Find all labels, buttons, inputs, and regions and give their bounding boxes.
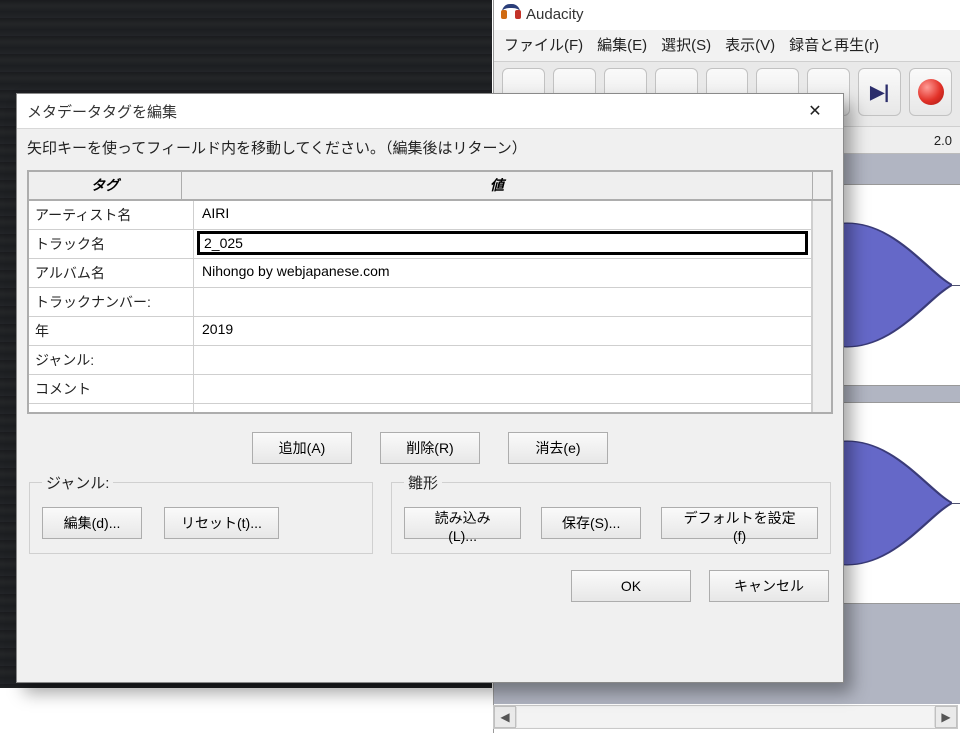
audacity-title: Audacity: [526, 6, 584, 23]
close-icon[interactable]: ✕: [793, 96, 837, 126]
table-row[interactable]: アーティスト名AIRI: [29, 201, 812, 229]
table-vertical-scroll[interactable]: [812, 201, 831, 412]
menu-select[interactable]: 選択(S): [661, 34, 711, 55]
table-row[interactable]: [29, 403, 812, 412]
skip-end-button[interactable]: ▶|: [858, 68, 901, 116]
template-legend: 雛形: [404, 472, 442, 493]
audacity-icon: [502, 4, 520, 24]
horizontal-scrollbar[interactable]: ◀ ▶: [493, 705, 958, 729]
row-edit-buttons: 追加(A) 削除(R) 消去(e): [17, 432, 843, 464]
menu-record-play[interactable]: 録音と再生(r): [789, 34, 879, 55]
column-header-tag[interactable]: タグ: [29, 172, 182, 201]
cancel-button[interactable]: キャンセル: [709, 570, 829, 602]
menu-view[interactable]: 表示(V): [725, 34, 775, 55]
column-header-scroll: [813, 172, 831, 201]
value-cell[interactable]: [194, 375, 812, 403]
menu-edit[interactable]: 編集(E): [597, 34, 647, 55]
template-default-button[interactable]: デフォルトを設定(f): [661, 507, 818, 539]
timeline-marker: 2.0: [934, 133, 952, 148]
table-row[interactable]: トラック名2_025: [29, 229, 812, 258]
tag-cell[interactable]: アーティスト名: [29, 201, 194, 229]
table-row[interactable]: 年2019: [29, 316, 812, 345]
table-row[interactable]: トラックナンバー:: [29, 287, 812, 316]
genre-legend: ジャンル:: [42, 472, 113, 493]
genre-reset-button[interactable]: リセット(t)...: [164, 507, 279, 539]
audacity-titlebar: Audacity: [494, 0, 960, 30]
value-cell[interactable]: AIRI: [194, 201, 812, 229]
column-header-value[interactable]: 値: [182, 172, 813, 201]
ok-button[interactable]: OK: [571, 570, 691, 602]
table-row[interactable]: コメント: [29, 374, 812, 403]
tag-cell[interactable]: 年: [29, 317, 194, 345]
scroll-left-icon[interactable]: ◀: [494, 706, 516, 728]
dialog-action-row: OK キャンセル: [17, 570, 829, 602]
value-cell[interactable]: 2019: [194, 317, 812, 345]
genre-edit-button[interactable]: 編集(d)...: [42, 507, 142, 539]
genre-fieldset: ジャンル: 編集(d)... リセット(t)...: [29, 472, 373, 554]
add-button[interactable]: 追加(A): [252, 432, 352, 464]
tag-cell[interactable]: トラック名: [29, 230, 194, 258]
menu-file[interactable]: ファイル(F): [504, 34, 583, 55]
value-cell[interactable]: [194, 404, 812, 412]
tag-cell[interactable]: [29, 404, 194, 412]
remove-button[interactable]: 削除(R): [380, 432, 480, 464]
dialog-instructions: 矢印キーを使ってフィールド内を移動してください。（編集後はリターン）: [17, 129, 843, 166]
tag-cell[interactable]: コメント: [29, 375, 194, 403]
audacity-menubar[interactable]: ファイル(F) 編集(E) 選択(S) 表示(V) 録音と再生(r): [494, 30, 960, 61]
dialog-title: メタデータタグを編集: [27, 101, 177, 122]
metadata-table: タグ 値 アーティスト名AIRIトラック名2_025アルバム名Nihongo b…: [27, 170, 833, 414]
value-cell[interactable]: 2_025: [194, 230, 812, 258]
template-load-button[interactable]: 読み込み(L)...: [404, 507, 521, 539]
value-cell[interactable]: [194, 288, 812, 316]
scroll-right-icon[interactable]: ▶: [935, 706, 957, 728]
scroll-track[interactable]: [516, 707, 935, 727]
dialog-titlebar[interactable]: メタデータタグを編集 ✕: [17, 94, 843, 129]
tag-cell[interactable]: ジャンル:: [29, 346, 194, 374]
metadata-dialog: メタデータタグを編集 ✕ 矢印キーを使ってフィールド内を移動してください。（編集…: [16, 93, 844, 683]
template-fieldset: 雛形 読み込み(L)... 保存(S)... デフォルトを設定(f): [391, 472, 831, 554]
record-button[interactable]: [909, 68, 952, 116]
tag-cell[interactable]: トラックナンバー:: [29, 288, 194, 316]
table-row[interactable]: ジャンル:: [29, 345, 812, 374]
table-header-row: タグ 値: [29, 172, 831, 201]
tag-cell[interactable]: アルバム名: [29, 259, 194, 287]
value-cell[interactable]: Nihongo by webjapanese.com: [194, 259, 812, 287]
table-row[interactable]: アルバム名Nihongo by webjapanese.com: [29, 258, 812, 287]
clear-button[interactable]: 消去(e): [508, 432, 608, 464]
value-cell[interactable]: [194, 346, 812, 374]
template-save-button[interactable]: 保存(S)...: [541, 507, 641, 539]
